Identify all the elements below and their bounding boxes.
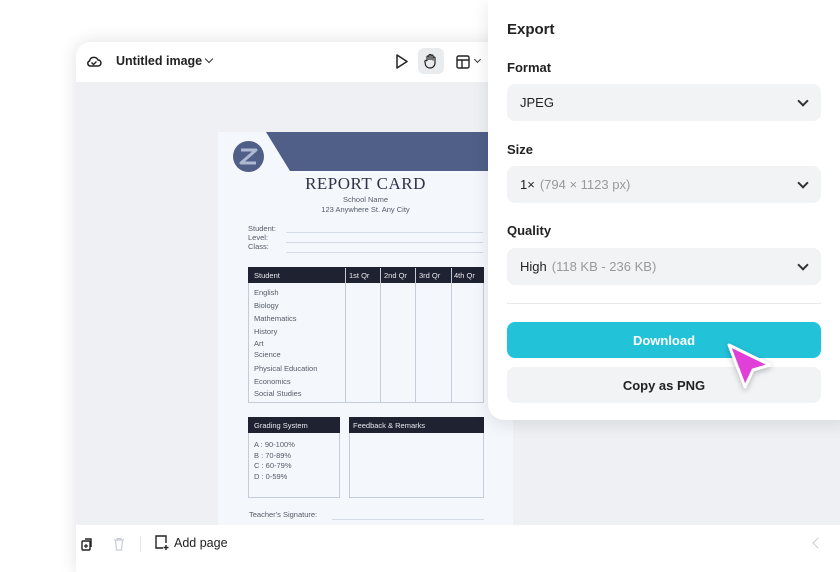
hand-tool-button[interactable] — [418, 48, 444, 74]
export-panel: Export Format JPEG Size 1× (794 × 1123 px… — [488, 0, 840, 420]
export-title: Export — [507, 21, 555, 38]
chevron-down-icon — [797, 177, 809, 189]
size-value: 1× — [520, 177, 535, 192]
field-line — [286, 252, 483, 253]
subject: Art — [254, 339, 264, 348]
quality-label: Quality — [507, 223, 552, 238]
size-label: Size — [507, 142, 534, 157]
field-student: Student: — [248, 224, 276, 233]
size-dimensions: (794 × 1123 px) — [539, 177, 631, 192]
signature-label: Teacher's Signature: — [249, 510, 318, 519]
header-student: Student — [254, 271, 280, 280]
previous-page-icon[interactable] — [812, 537, 824, 549]
field-line — [286, 232, 483, 233]
subject: Science — [254, 350, 281, 359]
feedback-box: Feedback & Remarks — [349, 417, 484, 498]
format-select[interactable]: JPEG — [507, 84, 821, 121]
cloud-saved-icon[interactable] — [86, 54, 102, 68]
delete-page-icon[interactable] — [113, 537, 125, 551]
chevron-down-icon — [797, 259, 809, 271]
subject: Biology — [254, 301, 279, 310]
subject: English — [254, 288, 279, 297]
grading-system-box: Grading System A : 90-100% B : 70-89% C … — [248, 417, 340, 498]
divider — [507, 303, 821, 304]
feedback-title: Feedback & Remarks — [353, 421, 426, 430]
field-line — [286, 242, 483, 243]
field-level: Level: — [248, 233, 269, 242]
grade-scale: A : 90-100% — [254, 440, 295, 449]
grade-scale: D : 0-59% — [254, 472, 288, 481]
add-page-label: Add page — [174, 535, 228, 550]
grade-scale: C : 60-79% — [254, 461, 292, 470]
layout-icon[interactable] — [456, 55, 470, 69]
school-address: 123 Anywhere St. Any City — [321, 205, 410, 214]
report-card-page[interactable]: REPORT CARD School Name 123 Anywhere St.… — [218, 132, 513, 549]
school-name: School Name — [342, 195, 389, 204]
quality-size-range: (118 KB - 236 KB) — [551, 259, 657, 274]
subject: Social Studies — [254, 389, 302, 398]
header-q2: 2nd Qr — [384, 271, 407, 280]
document-title[interactable]: Untitled image — [116, 54, 202, 68]
quality-value: High — [520, 259, 547, 274]
chevron-down-icon — [797, 95, 809, 107]
bottom-toolbar: Add page — [76, 525, 840, 572]
add-page-button[interactable]: Add page — [154, 535, 228, 550]
grading-title: Grading System — [254, 421, 308, 430]
quality-select[interactable]: High (118 KB - 236 KB) — [507, 248, 821, 285]
subject: Economics — [254, 377, 291, 386]
layout-chevron-down-icon[interactable] — [473, 55, 482, 64]
add-page-icon — [155, 535, 169, 550]
subject: Physical Education — [254, 364, 318, 373]
subject: History — [254, 327, 278, 336]
title-chevron-down-icon[interactable] — [204, 54, 214, 64]
mouse-cursor-icon — [727, 343, 772, 389]
header-q3: 3rd Qr — [419, 271, 441, 280]
size-select[interactable]: 1× (794 × 1123 px) — [507, 166, 821, 203]
grades-table: Student 1st Qr 2nd Qr 3rd Qr 4th Qr Engl… — [248, 267, 484, 403]
header-q1: 1st Qr — [349, 271, 370, 280]
divider — [140, 536, 141, 552]
signature-line — [332, 519, 484, 520]
format-label: Format — [507, 60, 552, 75]
grade-scale: B : 70-89% — [254, 451, 292, 460]
report-title: REPORT CARD — [305, 174, 426, 193]
school-logo-icon — [233, 141, 264, 172]
select-pointer-icon[interactable] — [395, 54, 409, 69]
duplicate-page-icon[interactable] — [81, 537, 93, 551]
field-class: Class: — [248, 242, 269, 251]
subject: Mathematics — [254, 314, 297, 323]
header-q4: 4th Qr — [454, 271, 475, 280]
format-value: JPEG — [520, 95, 554, 110]
hand-icon — [424, 53, 436, 69]
